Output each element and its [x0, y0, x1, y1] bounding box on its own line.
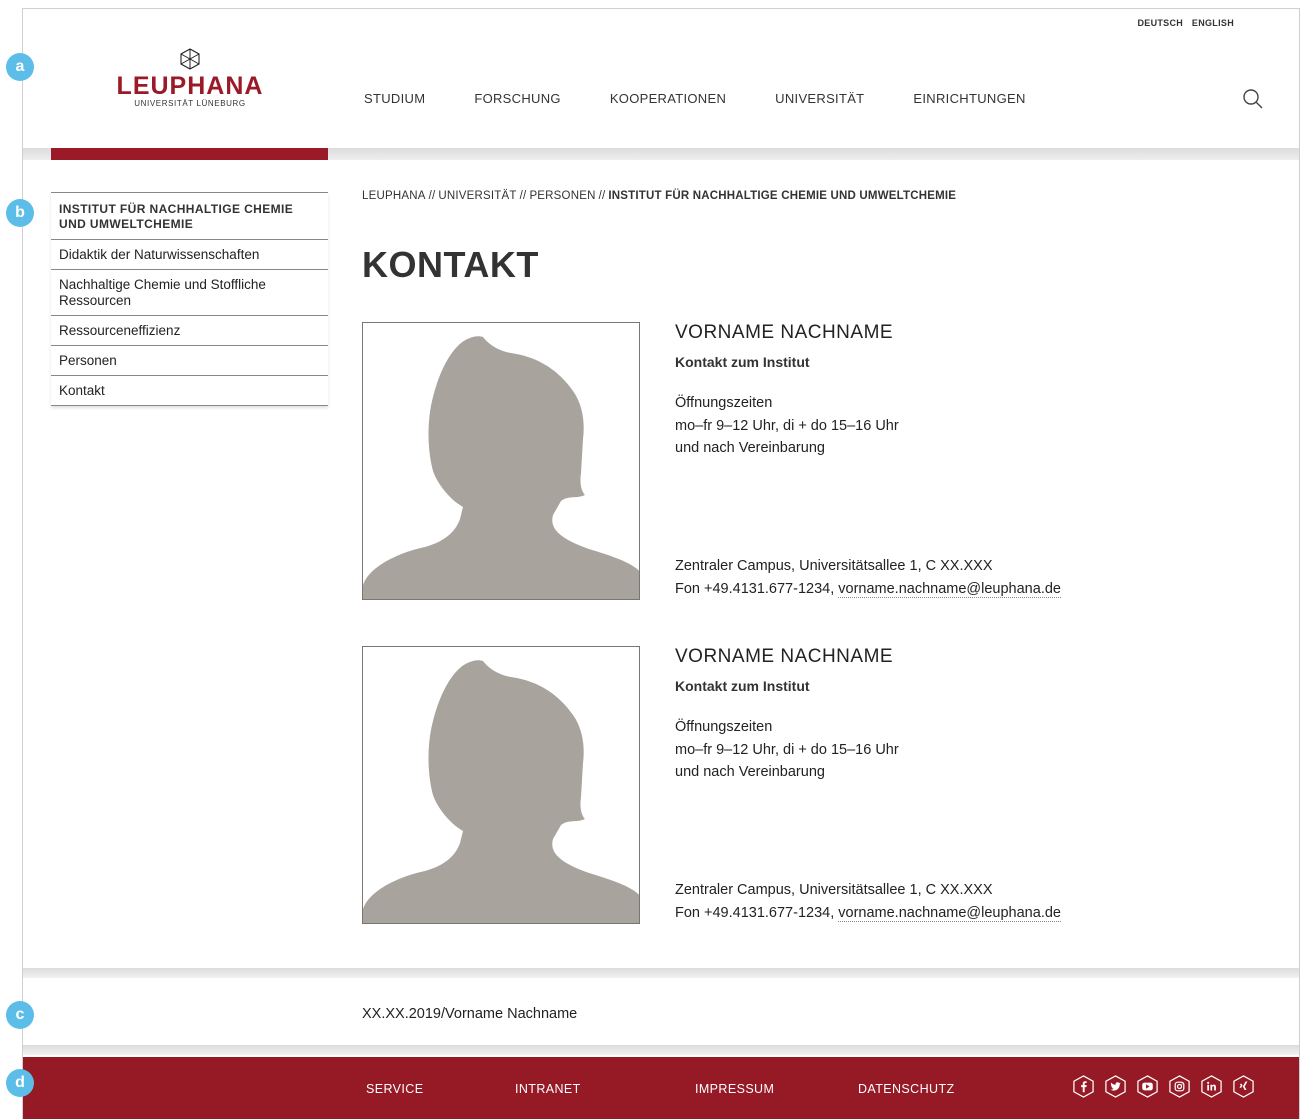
breadcrumb-separator: // [519, 190, 527, 202]
logo[interactable]: LEUPHANA UNIVERSITÄT LÜNEBURG [90, 48, 290, 108]
opening-hours-label: Öffnungszeiten [675, 719, 773, 735]
sidebar-item-didaktik[interactable]: Didaktik der Naturwissenschaften [51, 240, 328, 270]
breadcrumb-item[interactable]: PERSONEN [529, 190, 595, 202]
person-silhouette-icon [363, 336, 639, 599]
opening-hours: Öffnungszeiten mo–fr 9–12 Uhr, di + do 1… [675, 716, 1115, 784]
logo-subtitle: UNIVERSITÄT LÜNEBURG [134, 99, 246, 108]
footer-divider [23, 1045, 1299, 1055]
sidebar-nav: INSTITUT FÜR NACHHALTIGE CHEMIE UND UMWE… [51, 192, 328, 406]
nav-item-forschung[interactable]: FORSCHUNG [474, 91, 560, 106]
avatar [362, 322, 640, 600]
nav-item-universitaet[interactable]: UNIVERSITÄT [775, 91, 864, 106]
hexagon-logo-icon [180, 48, 200, 70]
contact-info: VORNAME NACHNAME Kontakt zum Institut Öf… [675, 646, 1115, 924]
contact-phone: Fon +49.4131.677-1234, [675, 904, 839, 921]
breadcrumb-current: INSTITUT FÜR NACHHALTIGE CHEMIE UND UMWE… [608, 190, 957, 202]
opening-hours-label: Öffnungszeiten [675, 395, 773, 411]
breadcrumb-separator: // [428, 190, 436, 202]
lang-deutsch-link[interactable]: DEUTSCH [1137, 18, 1183, 28]
sidebar-item-ressourceneffizienz[interactable]: Ressourceneffizienz [51, 316, 328, 346]
contact-email-link[interactable]: vorname.nachname@leuphana.de [838, 580, 1061, 598]
sidebar-item-nachhaltige-chemie[interactable]: Nachhaltige Chemie und Stoffliche Ressou… [51, 270, 328, 316]
person-silhouette-icon [363, 660, 639, 923]
contact-role: Kontakt zum Institut [675, 354, 810, 370]
sidebar-accent-bar [51, 148, 328, 160]
contact-address-block: Zentraler Campus, Universitätsallee 1, C… [675, 555, 1061, 600]
contact-address-block: Zentraler Campus, Universitätsallee 1, C… [675, 879, 1061, 924]
breadcrumb-item[interactable]: UNIVERSITÄT [438, 190, 516, 202]
contact-info: VORNAME NACHNAME Kontakt zum Institut Öf… [675, 322, 1115, 600]
sidebar-item-personen[interactable]: Personen [51, 346, 328, 376]
marker-b: b [6, 199, 34, 227]
linkedin-icon[interactable] [1200, 1075, 1223, 1098]
marker-a: a [6, 53, 34, 81]
youtube-icon[interactable] [1136, 1075, 1159, 1098]
opening-hours-line: mo–fr 9–12 Uhr, di + do 15–16 Uhr [675, 417, 899, 434]
contact-phone: Fon +49.4131.677-1234, [675, 580, 839, 597]
contact-card: VORNAME NACHNAME Kontakt zum Institut Öf… [362, 646, 1122, 926]
contact-address: Zentraler Campus, Universitätsallee 1, C… [675, 882, 993, 898]
opening-hours-line: und nach Vereinbarung [675, 764, 825, 780]
instagram-icon[interactable] [1168, 1075, 1191, 1098]
twitter-icon[interactable] [1104, 1075, 1127, 1098]
footer-link-intranet[interactable]: INTRANET [515, 1082, 581, 1096]
footer-link-datenschutz[interactable]: DATENSCHUTZ [858, 1082, 955, 1096]
contact-email-link[interactable]: vorname.nachname@leuphana.de [838, 904, 1061, 922]
avatar [362, 646, 640, 924]
sidebar-item-kontakt[interactable]: Kontakt [51, 376, 328, 406]
contact-name: VORNAME NACHNAME [675, 322, 894, 343]
language-switcher: DEUTSCH ENGLISH [1131, 18, 1234, 28]
page-title: KONTAKT [362, 244, 539, 285]
marker-d: d [6, 1069, 34, 1097]
sidebar-title[interactable]: INSTITUT FÜR NACHHALTIGE CHEMIE UND UMWE… [51, 193, 328, 240]
contact-name: VORNAME NACHNAME [675, 646, 894, 667]
social-links [1063, 1075, 1255, 1098]
nav-item-kooperationen[interactable]: KOOPERATIONEN [610, 91, 726, 106]
nav-item-einrichtungen[interactable]: EINRICHTUNGEN [913, 91, 1025, 106]
xing-icon[interactable] [1232, 1075, 1255, 1098]
opening-hours-line: mo–fr 9–12 Uhr, di + do 15–16 Uhr [675, 741, 899, 758]
content-divider [23, 968, 1299, 978]
logo-wordmark: LEUPHANA [116, 72, 264, 100]
contact-role: Kontakt zum Institut [675, 678, 810, 694]
footer-link-impressum[interactable]: IMPRESSUM [695, 1082, 774, 1096]
contact-address: Zentraler Campus, Universitätsallee 1, C… [675, 558, 993, 574]
opening-hours-line: und nach Vereinbarung [675, 440, 825, 456]
breadcrumb-item[interactable]: LEUPHANA [362, 190, 426, 202]
opening-hours: Öffnungszeiten mo–fr 9–12 Uhr, di + do 1… [675, 392, 1115, 460]
header-divider [23, 148, 1299, 160]
breadcrumb: LEUPHANA//UNIVERSITÄT//PERSONEN//INSTITU… [362, 190, 956, 202]
lang-english-link[interactable]: ENGLISH [1192, 18, 1234, 28]
search-icon[interactable] [1242, 88, 1264, 110]
main-nav: STUDIUM FORSCHUNG KOOPERATIONEN UNIVERSI… [364, 91, 1075, 106]
footer: SERVICE INTRANET IMPRESSUM DATENSCHUTZ [23, 1057, 1299, 1119]
page-meta: XX.XX.2019/Vorname Nachname [362, 1006, 578, 1022]
contact-card: VORNAME NACHNAME Kontakt zum Institut Öf… [362, 322, 1122, 602]
nav-item-studium[interactable]: STUDIUM [364, 91, 425, 106]
facebook-icon[interactable] [1072, 1075, 1095, 1098]
breadcrumb-separator: // [598, 190, 606, 202]
footer-link-service[interactable]: SERVICE [366, 1082, 423, 1096]
marker-c: c [6, 1001, 34, 1029]
